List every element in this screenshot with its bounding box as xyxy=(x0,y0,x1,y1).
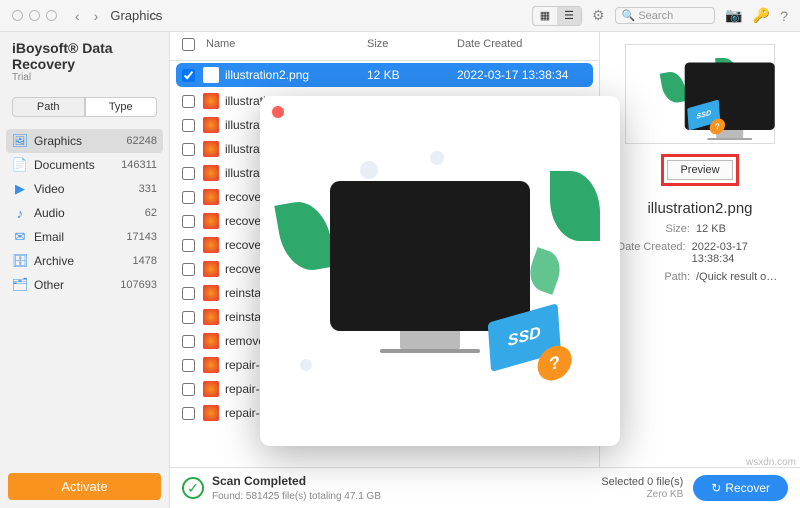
sidebar-item-video[interactable]: ▶Video331 xyxy=(0,177,169,201)
file-icon xyxy=(203,141,219,157)
sidebar-item-other[interactable]: 🗂Other107693 xyxy=(0,273,169,297)
help-icon[interactable]: ? xyxy=(780,8,788,24)
key-icon[interactable]: 🔑 xyxy=(753,7,770,24)
file-icon xyxy=(203,405,219,421)
file-icon xyxy=(203,117,219,133)
row-checkbox[interactable] xyxy=(182,119,195,132)
file-icon xyxy=(203,309,219,325)
watermark: wsxdn.com xyxy=(746,457,796,468)
row-checkbox[interactable] xyxy=(182,335,195,348)
file-icon xyxy=(203,213,219,229)
tab-path[interactable]: Path xyxy=(12,97,85,117)
row-checkbox[interactable] xyxy=(182,407,195,420)
sidebar-item-audio[interactable]: ♪Audio62 xyxy=(0,201,169,225)
col-name[interactable]: Name xyxy=(206,38,367,54)
row-checkbox[interactable] xyxy=(182,359,195,372)
nav-back[interactable]: ‹ xyxy=(73,8,82,24)
row-checkbox[interactable] xyxy=(182,263,195,276)
view-toggle[interactable]: ▦ ☰ xyxy=(532,6,582,26)
grid-view-icon[interactable]: ▦ xyxy=(533,7,557,25)
sidebar-item-graphics[interactable]: 🖼Graphics62248 xyxy=(6,129,163,153)
imac-illustration xyxy=(330,181,530,331)
preview-highlight: Preview xyxy=(661,154,738,186)
archive-icon: 🗄 xyxy=(12,253,28,269)
file-row[interactable]: illustration2.png12 KB2022-03-17 13:38:3… xyxy=(176,63,593,87)
row-checkbox[interactable] xyxy=(182,167,195,180)
audio-icon: ♪ xyxy=(12,205,28,221)
scan-status: Scan Completed xyxy=(212,474,306,488)
filter-icon[interactable]: ⚙ xyxy=(592,7,605,24)
row-checkbox[interactable] xyxy=(182,143,195,156)
tab-type[interactable]: Type xyxy=(85,97,158,117)
file-icon xyxy=(203,67,219,83)
recover-icon: ↻ xyxy=(711,481,721,495)
search-icon: 🔍 xyxy=(622,9,636,22)
col-date[interactable]: Date Created xyxy=(457,38,587,54)
col-size[interactable]: Size xyxy=(367,38,457,54)
search-input[interactable]: 🔍 Search xyxy=(615,7,716,24)
quicklook-close-dot[interactable] xyxy=(272,106,284,118)
file-icon xyxy=(203,237,219,253)
row-checkbox[interactable] xyxy=(182,287,195,300)
email-icon: ✉ xyxy=(12,229,28,245)
row-checkbox[interactable] xyxy=(182,383,195,396)
list-view-icon[interactable]: ☰ xyxy=(557,7,581,25)
camera-icon[interactable]: 📷 xyxy=(725,7,742,24)
file-icon xyxy=(203,333,219,349)
selected-size: Zero KB xyxy=(647,489,684,500)
file-icon xyxy=(203,189,219,205)
selected-count: Selected 0 file(s) xyxy=(601,476,683,488)
minimize-dot[interactable] xyxy=(29,10,40,21)
documents-icon: 📄 xyxy=(12,157,28,173)
select-all-checkbox[interactable] xyxy=(182,38,195,51)
graphics-icon: 🖼 xyxy=(12,133,28,149)
close-dot[interactable] xyxy=(12,10,23,21)
sidebar-item-archive[interactable]: 🗄Archive1478 xyxy=(0,249,169,273)
thumbnail: SSD? xyxy=(625,44,775,144)
row-checkbox[interactable] xyxy=(182,311,195,324)
quicklook-popup: SSD ? xyxy=(260,96,620,446)
scan-details: Found: 581425 file(s) totaling 47.1 GB xyxy=(212,491,381,502)
home-icon[interactable]: ⌂ xyxy=(150,8,157,22)
edition-label: Trial xyxy=(12,72,157,83)
file-icon xyxy=(203,381,219,397)
leaf-decoration xyxy=(524,247,566,295)
file-icon xyxy=(203,261,219,277)
recover-button[interactable]: ↻ Recover xyxy=(693,475,788,501)
file-icon xyxy=(203,357,219,373)
row-checkbox[interactable] xyxy=(182,69,195,82)
video-icon: ▶ xyxy=(12,181,28,197)
file-icon xyxy=(203,165,219,181)
sidebar-item-documents[interactable]: 📄Documents146311 xyxy=(0,153,169,177)
activate-button[interactable]: Activate xyxy=(8,473,161,500)
zoom-dot[interactable] xyxy=(46,10,57,21)
other-icon: 🗂 xyxy=(12,277,28,293)
sidebar-item-email[interactable]: ✉Email17143 xyxy=(0,225,169,249)
check-icon: ✓ xyxy=(182,477,204,499)
preview-button[interactable]: Preview xyxy=(667,160,732,180)
row-checkbox[interactable] xyxy=(182,215,195,228)
file-icon xyxy=(203,93,219,109)
app-title: iBoysoft® Data Recovery xyxy=(12,40,157,72)
row-checkbox[interactable] xyxy=(182,95,195,108)
leaf-decoration xyxy=(550,171,600,241)
file-icon xyxy=(203,285,219,301)
nav-forward[interactable]: › xyxy=(92,8,101,24)
row-checkbox[interactable] xyxy=(182,191,195,204)
detail-filename: illustration2.png xyxy=(647,200,752,217)
row-checkbox[interactable] xyxy=(182,239,195,252)
leaf-decoration xyxy=(274,197,335,275)
